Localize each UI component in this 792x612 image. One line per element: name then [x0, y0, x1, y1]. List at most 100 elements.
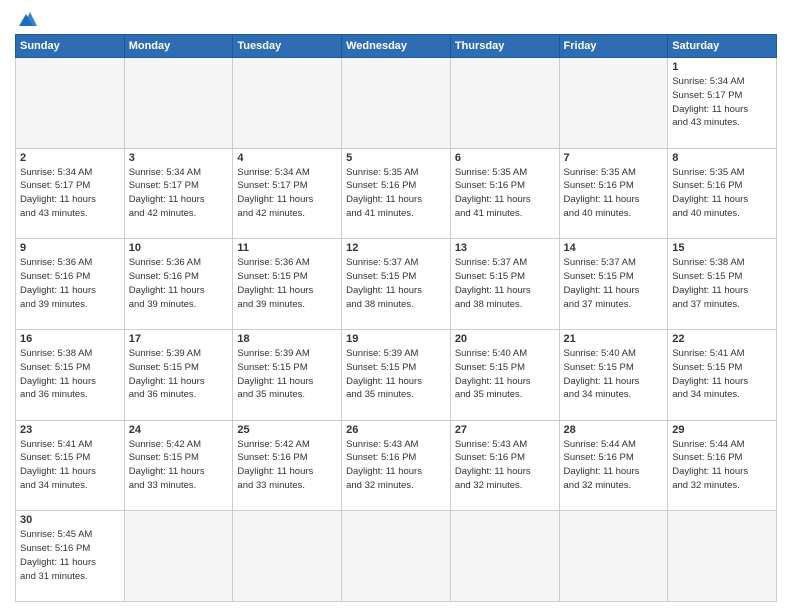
calendar-cell — [668, 511, 777, 602]
calendar-cell: 13 Sunrise: 5:37 AM Sunset: 5:15 PM Dayli… — [450, 239, 559, 330]
day-number: 8 — [672, 152, 772, 164]
day-number: 11 — [237, 242, 337, 254]
day-info: Sunrise: 5:42 AM Sunset: 5:15 PM Dayligh… — [129, 438, 229, 493]
calendar-cell: 11 Sunrise: 5:36 AM Sunset: 5:15 PM Dayli… — [233, 239, 342, 330]
day-info: Sunrise: 5:38 AM Sunset: 5:15 PM Dayligh… — [20, 347, 120, 402]
day-number: 16 — [20, 333, 120, 345]
day-info: Sunrise: 5:34 AM Sunset: 5:17 PM Dayligh… — [129, 166, 229, 221]
calendar-week-row: 1 Sunrise: 5:34 AM Sunset: 5:17 PM Daylig… — [16, 58, 777, 149]
calendar-cell: 5 Sunrise: 5:35 AM Sunset: 5:16 PM Daylig… — [342, 148, 451, 239]
day-info: Sunrise: 5:37 AM Sunset: 5:15 PM Dayligh… — [346, 256, 446, 311]
day-info: Sunrise: 5:39 AM Sunset: 5:15 PM Dayligh… — [237, 347, 337, 402]
calendar-cell: 12Sunrise: 5:37 AM Sunset: 5:15 PM Dayli… — [342, 239, 451, 330]
calendar-cell: 1 Sunrise: 5:34 AM Sunset: 5:17 PM Daylig… — [668, 58, 777, 149]
calendar-cell: 26 Sunrise: 5:43 AM Sunset: 5:16 PM Dayli… — [342, 420, 451, 511]
day-info: Sunrise: 5:36 AM Sunset: 5:15 PM Dayligh… — [237, 256, 337, 311]
day-number: 6 — [455, 152, 555, 164]
day-number: 3 — [129, 152, 229, 164]
day-number: 10 — [129, 242, 229, 254]
header — [15, 10, 777, 28]
day-info: Sunrise: 5:37 AM Sunset: 5:15 PM Dayligh… — [455, 256, 555, 311]
calendar-cell: 17 Sunrise: 5:39 AM Sunset: 5:15 PM Dayli… — [124, 329, 233, 420]
calendar-cell — [559, 511, 668, 602]
weekday-header: Sunday — [16, 35, 125, 58]
logo-icon — [19, 10, 41, 28]
day-number: 5 — [346, 152, 446, 164]
calendar-cell: 30 Sunrise: 5:45 AM Sunset: 5:16 PM Dayli… — [16, 511, 125, 602]
day-info: Sunrise: 5:45 AM Sunset: 5:16 PM Dayligh… — [20, 528, 120, 583]
calendar-cell: 4 Sunrise: 5:34 AM Sunset: 5:17 PM Daylig… — [233, 148, 342, 239]
day-number: 18 — [237, 333, 337, 345]
day-info: Sunrise: 5:36 AM Sunset: 5:16 PM Dayligh… — [20, 256, 120, 311]
calendar-week-row: 23 Sunrise: 5:41 AM Sunset: 5:15 PM Dayli… — [16, 420, 777, 511]
day-info: Sunrise: 5:40 AM Sunset: 5:15 PM Dayligh… — [564, 347, 664, 402]
day-info: Sunrise: 5:43 AM Sunset: 5:16 PM Dayligh… — [346, 438, 446, 493]
day-number: 14 — [564, 242, 664, 254]
weekday-header: Thursday — [450, 35, 559, 58]
logo-text — [15, 10, 41, 28]
day-info: Sunrise: 5:34 AM Sunset: 5:17 PM Dayligh… — [237, 166, 337, 221]
day-number: 20 — [455, 333, 555, 345]
day-number: 22 — [672, 333, 772, 345]
day-number: 4 — [237, 152, 337, 164]
calendar-cell: 29 Sunrise: 5:44 AM Sunset: 5:16 PM Dayli… — [668, 420, 777, 511]
calendar-cell: 18 Sunrise: 5:39 AM Sunset: 5:15 PM Dayli… — [233, 329, 342, 420]
day-info: Sunrise: 5:35 AM Sunset: 5:16 PM Dayligh… — [455, 166, 555, 221]
day-number: 26 — [346, 424, 446, 436]
day-number: 17 — [129, 333, 229, 345]
day-info: Sunrise: 5:36 AM Sunset: 5:16 PM Dayligh… — [129, 256, 229, 311]
calendar-cell: 25 Sunrise: 5:42 AM Sunset: 5:16 PM Dayli… — [233, 420, 342, 511]
calendar-cell — [450, 511, 559, 602]
page: SundayMondayTuesdayWednesdayThursdayFrid… — [0, 0, 792, 612]
day-info: Sunrise: 5:39 AM Sunset: 5:15 PM Dayligh… — [129, 347, 229, 402]
day-number: 21 — [564, 333, 664, 345]
day-number: 30 — [20, 514, 120, 526]
calendar-cell — [342, 58, 451, 149]
day-number: 19 — [346, 333, 446, 345]
weekday-header: Tuesday — [233, 35, 342, 58]
calendar-cell: 15Sunrise: 5:38 AM Sunset: 5:15 PM Dayli… — [668, 239, 777, 330]
calendar-cell: 9 Sunrise: 5:36 AM Sunset: 5:16 PM Daylig… — [16, 239, 125, 330]
calendar-cell: 28Sunrise: 5:44 AM Sunset: 5:16 PM Dayli… — [559, 420, 668, 511]
day-info: Sunrise: 5:41 AM Sunset: 5:15 PM Dayligh… — [672, 347, 772, 402]
calendar-cell: 3 Sunrise: 5:34 AM Sunset: 5:17 PM Daylig… — [124, 148, 233, 239]
day-number: 24 — [129, 424, 229, 436]
day-number: 23 — [20, 424, 120, 436]
day-info: Sunrise: 5:35 AM Sunset: 5:16 PM Dayligh… — [346, 166, 446, 221]
calendar-week-row: 30 Sunrise: 5:45 AM Sunset: 5:16 PM Dayli… — [16, 511, 777, 602]
calendar-cell: 19 Sunrise: 5:39 AM Sunset: 5:15 PM Dayli… — [342, 329, 451, 420]
day-info: Sunrise: 5:34 AM Sunset: 5:17 PM Dayligh… — [672, 75, 772, 130]
day-number: 29 — [672, 424, 772, 436]
calendar-cell — [559, 58, 668, 149]
day-number: 9 — [20, 242, 120, 254]
day-number: 13 — [455, 242, 555, 254]
calendar-cell: 8 Sunrise: 5:35 AM Sunset: 5:16 PM Daylig… — [668, 148, 777, 239]
weekday-header: Saturday — [668, 35, 777, 58]
calendar-cell: 24 Sunrise: 5:42 AM Sunset: 5:15 PM Dayli… — [124, 420, 233, 511]
day-number: 1 — [672, 61, 772, 73]
calendar-cell — [233, 511, 342, 602]
day-info: Sunrise: 5:42 AM Sunset: 5:16 PM Dayligh… — [237, 438, 337, 493]
day-info: Sunrise: 5:39 AM Sunset: 5:15 PM Dayligh… — [346, 347, 446, 402]
calendar-week-row: 16 Sunrise: 5:38 AM Sunset: 5:15 PM Dayli… — [16, 329, 777, 420]
calendar-table: SundayMondayTuesdayWednesdayThursdayFrid… — [15, 34, 777, 602]
day-info: Sunrise: 5:35 AM Sunset: 5:16 PM Dayligh… — [564, 166, 664, 221]
day-info: Sunrise: 5:44 AM Sunset: 5:16 PM Dayligh… — [672, 438, 772, 493]
calendar-cell — [342, 511, 451, 602]
day-number: 28 — [564, 424, 664, 436]
calendar-cell: 14 Sunrise: 5:37 AM Sunset: 5:15 PM Dayli… — [559, 239, 668, 330]
day-info: Sunrise: 5:35 AM Sunset: 5:16 PM Dayligh… — [672, 166, 772, 221]
calendar-cell: 16 Sunrise: 5:38 AM Sunset: 5:15 PM Dayli… — [16, 329, 125, 420]
day-number: 7 — [564, 152, 664, 164]
calendar-header-row: SundayMondayTuesdayWednesdayThursdayFrid… — [16, 35, 777, 58]
calendar-cell — [124, 511, 233, 602]
calendar-cell — [233, 58, 342, 149]
calendar-cell: 27Sunrise: 5:43 AM Sunset: 5:16 PM Dayli… — [450, 420, 559, 511]
weekday-header: Friday — [559, 35, 668, 58]
day-info: Sunrise: 5:34 AM Sunset: 5:17 PM Dayligh… — [20, 166, 120, 221]
day-info: Sunrise: 5:37 AM Sunset: 5:15 PM Dayligh… — [564, 256, 664, 311]
day-number: 25 — [237, 424, 337, 436]
day-info: Sunrise: 5:41 AM Sunset: 5:15 PM Dayligh… — [20, 438, 120, 493]
calendar-cell: 6 Sunrise: 5:35 AM Sunset: 5:16 PM Daylig… — [450, 148, 559, 239]
calendar-cell: 20Sunrise: 5:40 AM Sunset: 5:15 PM Dayli… — [450, 329, 559, 420]
